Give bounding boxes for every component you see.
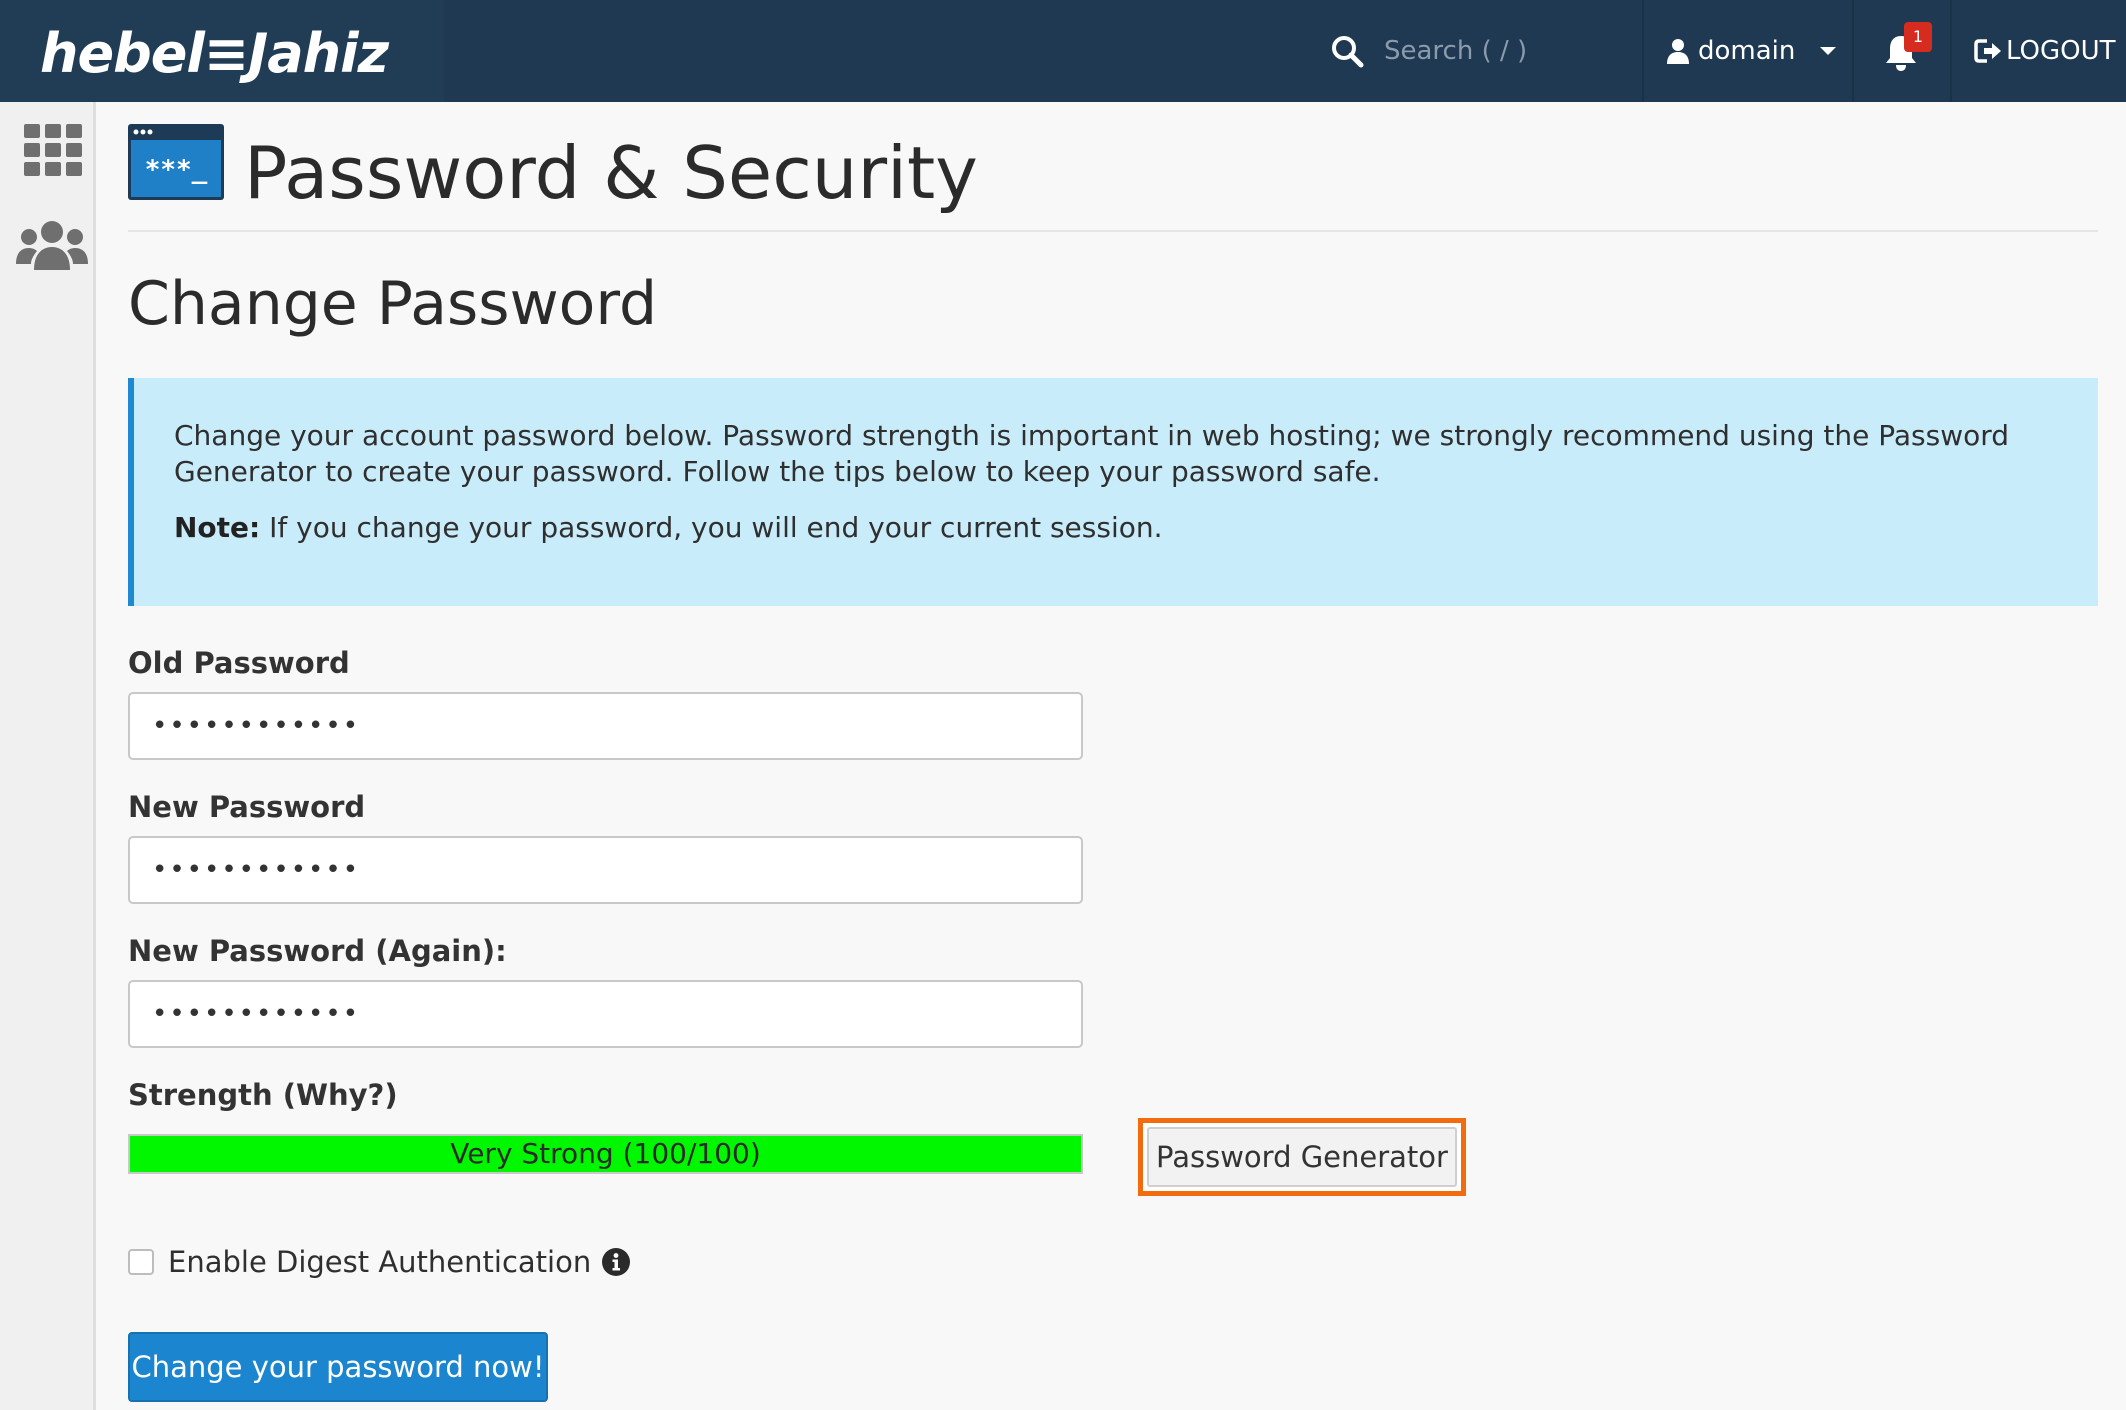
- chevron-down-icon: [1820, 47, 1837, 55]
- notification-badge: 1: [1904, 22, 1932, 52]
- password-window-icon: ***_: [128, 124, 224, 200]
- page-header: ***_ Password & Security: [128, 124, 2098, 232]
- brand-logo[interactable]: hebel≡Jahiz: [40, 22, 389, 85]
- new-password-again-label: New Password (Again):: [128, 934, 507, 968]
- new-password-again-field[interactable]: [128, 980, 1083, 1048]
- change-password-submit-button[interactable]: Change your password now!: [128, 1332, 548, 1402]
- nav-divider: [1950, 0, 1952, 102]
- password-window-icon-text: ***_: [145, 155, 208, 185]
- section-title: Change Password: [128, 269, 658, 339]
- note-text: If you change your password, you will en…: [260, 511, 1163, 544]
- user-menu[interactable]: domain: [1666, 30, 1837, 72]
- grid-icon[interactable]: [24, 124, 82, 176]
- logout-icon: [1974, 39, 2001, 63]
- digest-auth-row: Enable Digest Authentication: [128, 1242, 631, 1282]
- new-password-field[interactable]: [128, 836, 1083, 904]
- info-note: Note: If you change your password, you w…: [174, 510, 2058, 546]
- nav-divider: [1852, 0, 1854, 102]
- digest-auth-checkbox[interactable]: [128, 1249, 154, 1275]
- strength-label[interactable]: Strength (Why?): [128, 1078, 398, 1112]
- top-navbar: hebel≡Jahiz Search ( / ) domain 1 LOGOUT: [0, 0, 2126, 102]
- users-icon[interactable]: [16, 220, 88, 272]
- user-icon: [1667, 39, 1689, 64]
- page-title: Password & Security: [244, 131, 978, 215]
- new-password-label: New Password: [128, 790, 366, 824]
- logout-button[interactable]: LOGOUT: [1974, 30, 2116, 72]
- digest-auth-label[interactable]: Enable Digest Authentication: [168, 1245, 591, 1279]
- note-label: Note:: [174, 511, 261, 544]
- search-icon[interactable]: [1330, 34, 1364, 68]
- old-password-label: Old Password: [128, 646, 350, 680]
- notifications-button[interactable]: 1: [1884, 22, 1932, 74]
- password-generator-button[interactable]: Password Generator: [1147, 1127, 1457, 1187]
- info-icon[interactable]: [601, 1247, 631, 1277]
- strength-meter-text: Very Strong (100/100): [450, 1137, 761, 1170]
- search-bar[interactable]: Search ( / ): [1330, 28, 1620, 74]
- info-callout: Change your account password below. Pass…: [128, 378, 2098, 606]
- old-password-field[interactable]: [128, 692, 1083, 760]
- user-menu-label: domain: [1698, 36, 1796, 66]
- nav-divider: [1642, 0, 1644, 102]
- password-strength-meter: Very Strong (100/100): [128, 1134, 1083, 1174]
- search-input[interactable]: Search ( / ): [1384, 36, 1527, 66]
- info-text: Change your account password below. Pass…: [174, 419, 2010, 488]
- logout-label: LOGOUT: [2006, 36, 2116, 66]
- logo-container[interactable]: hebel≡Jahiz: [0, 0, 444, 102]
- sidebar: [0, 102, 96, 1410]
- password-generator-highlight: Password Generator: [1138, 1118, 1466, 1196]
